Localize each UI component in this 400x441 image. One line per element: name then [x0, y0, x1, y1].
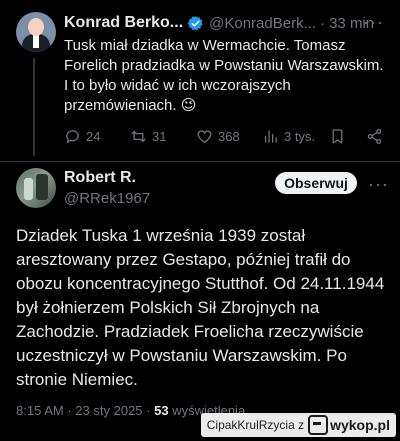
verified-badge-icon — [187, 15, 203, 30]
author-handle[interactable]: @RRek1967 — [64, 190, 150, 207]
views-count: 53 — [154, 403, 169, 418]
follow-button[interactable]: Obserwuj — [275, 172, 357, 194]
avatar[interactable] — [16, 168, 56, 208]
wykop-logo-text: wykop.pl — [330, 417, 390, 433]
tweet-text: Tusk miał dziadka w Wermachcie. Tomasz F… — [64, 37, 384, 114]
views-chart-icon — [264, 130, 277, 143]
divider — [0, 161, 400, 162]
author-handle[interactable]: @KonradBerk... — [209, 15, 316, 32]
separator-dot: · — [320, 14, 326, 32]
wykop-logo-icon — [308, 415, 329, 435]
bookmark-button[interactable] — [329, 128, 351, 145]
tweet-header: Konrad Berko... @KonradBerk... · 33 min … — [64, 12, 384, 34]
avatar[interactable] — [16, 12, 56, 52]
tweet-text: Dziadek Tuska 1 września 1939 został are… — [16, 226, 385, 389]
views-count: 3 tys. — [284, 129, 316, 144]
views-button[interactable]: 3 tys. — [262, 128, 315, 145]
author-name[interactable]: Konrad Berko... — [64, 14, 183, 32]
separator-dot: · — [67, 403, 72, 418]
tweet-time[interactable]: 8:15 AM — [16, 403, 64, 418]
more-options-icon[interactable]: ··· — [363, 12, 384, 33]
repost-count: 31 — [152, 129, 167, 144]
like-button[interactable]: 368 — [196, 128, 240, 145]
reply-button[interactable]: 24 — [64, 128, 100, 145]
tweet-actions: 24 31 368 3 tys. — [64, 128, 384, 148]
bookmark-icon — [332, 129, 343, 144]
tweet-date[interactable]: 23 sty 2025 — [75, 403, 142, 418]
share-button[interactable] — [366, 128, 388, 145]
author-name[interactable]: Robert R. — [64, 169, 136, 187]
parent-tweet[interactable]: Konrad Berko... @KonradBerk... · 33 min … — [0, 0, 400, 162]
heart-icon — [197, 130, 212, 143]
wykop-watermark: CipakKrulRzycia z wykop.pl — [200, 413, 396, 437]
wykop-logo: wykop.pl — [308, 415, 390, 435]
watermark-source-text: CipakKrulRzycia z — [206, 418, 305, 432]
repost-button[interactable]: 31 — [130, 128, 166, 145]
reply-icon — [66, 130, 79, 144]
reply-count: 24 — [86, 129, 101, 144]
repost-icon — [131, 130, 146, 143]
more-options-icon[interactable]: ··· — [368, 174, 389, 195]
share-icon — [367, 129, 382, 144]
separator-dot: · — [146, 403, 151, 418]
like-count: 368 — [218, 129, 240, 144]
